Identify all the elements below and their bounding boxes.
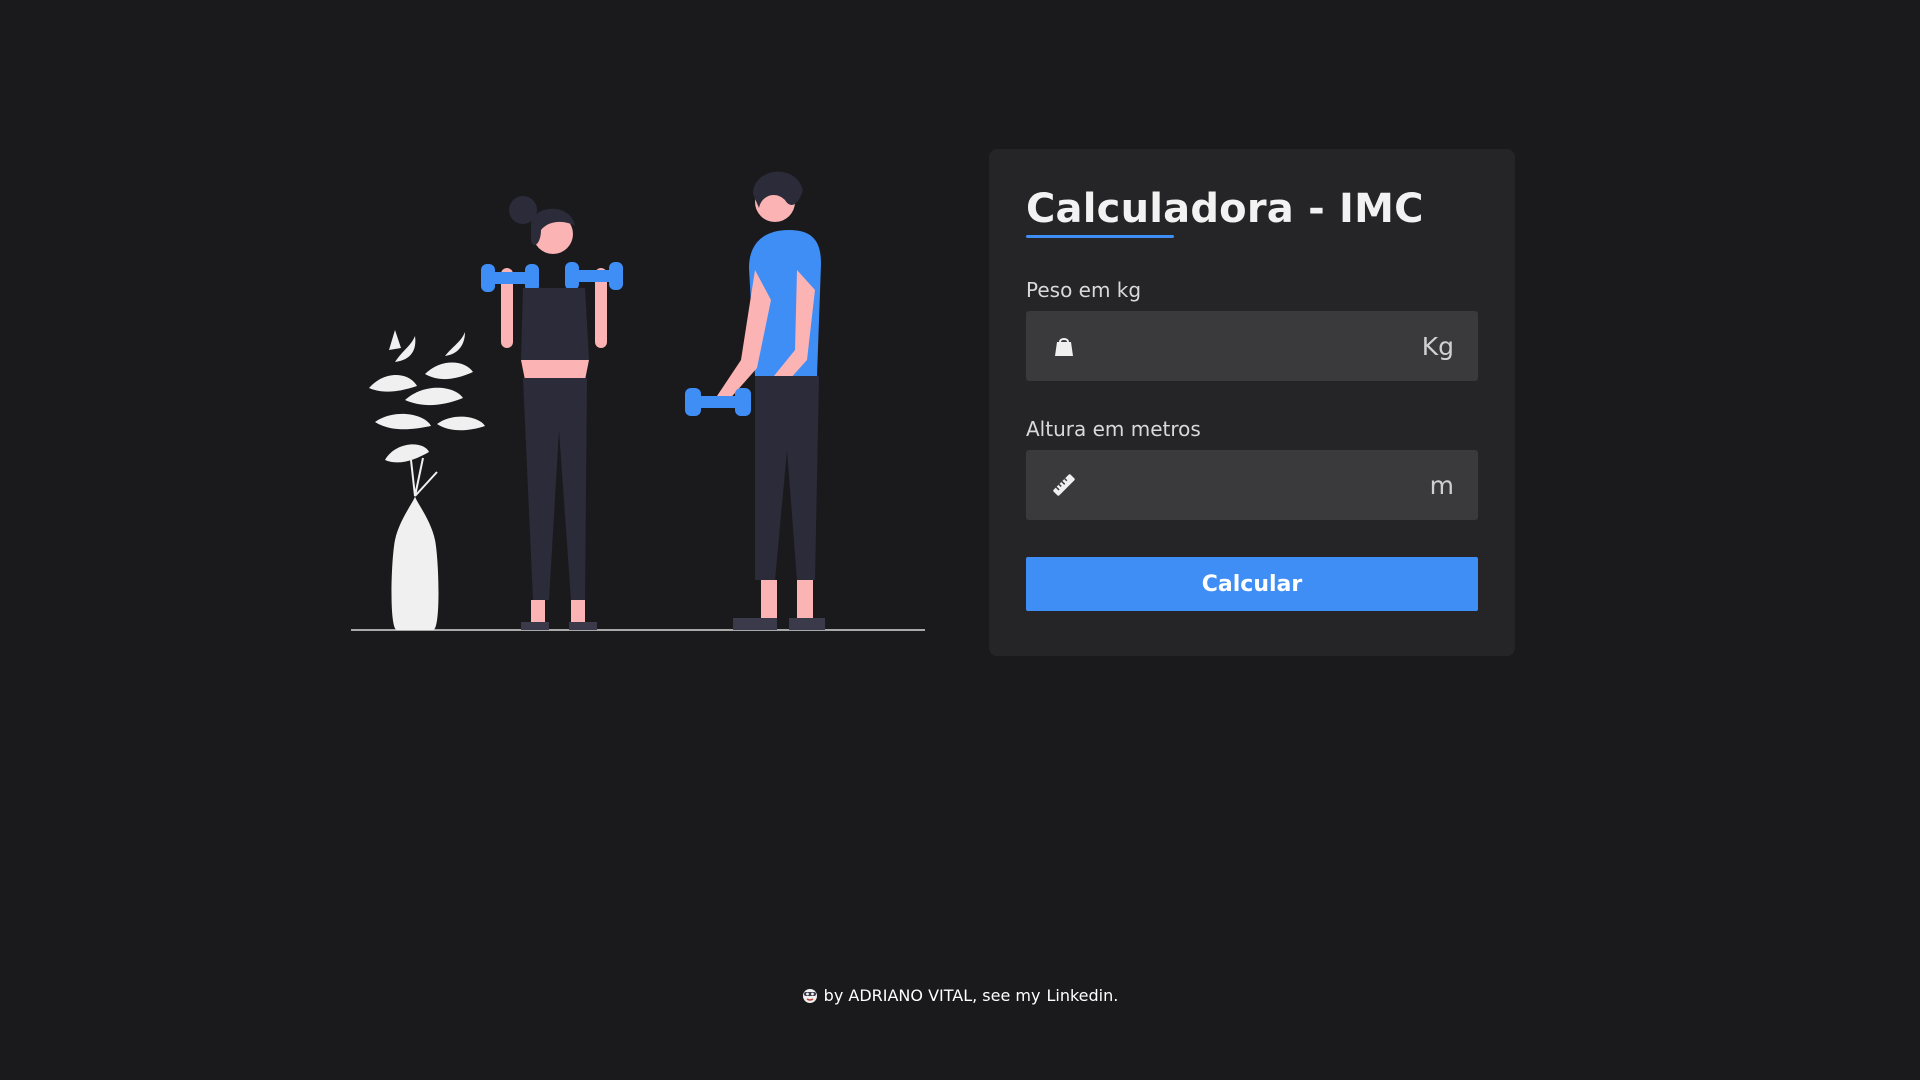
weight-input-container[interactable]: Kg bbox=[1026, 310, 1478, 382]
fitness-illustration bbox=[351, 171, 925, 631]
emoji-face-icon bbox=[802, 988, 818, 1004]
linkedin-link[interactable]: Linkedin. bbox=[1046, 986, 1118, 1005]
plant bbox=[369, 330, 485, 630]
title-underline bbox=[1026, 235, 1174, 238]
height-input-container[interactable]: m bbox=[1026, 449, 1478, 521]
footer-credit: by ADRIANO VITAL, see my bbox=[823, 986, 1041, 1005]
weight-unit: Kg bbox=[1421, 331, 1454, 361]
imc-calculator-card: Calculadora - IMC Peso em kg Kg Altura e… bbox=[989, 149, 1515, 656]
page-title: Calculadora - IMC bbox=[1026, 186, 1424, 232]
man-figure bbox=[685, 171, 825, 630]
height-input[interactable] bbox=[1094, 449, 1430, 521]
weight-icon bbox=[1050, 332, 1078, 360]
woman-figure bbox=[481, 196, 623, 630]
height-label: Altura em metros bbox=[1026, 417, 1201, 441]
height-unit: m bbox=[1429, 470, 1454, 500]
calculate-button[interactable]: Calcular bbox=[1026, 557, 1478, 611]
weight-label: Peso em kg bbox=[1026, 278, 1142, 302]
ruler-icon bbox=[1050, 471, 1078, 499]
weight-input[interactable] bbox=[1094, 310, 1422, 382]
footer: by ADRIANO VITAL, see my Linkedin. bbox=[0, 986, 1920, 1005]
